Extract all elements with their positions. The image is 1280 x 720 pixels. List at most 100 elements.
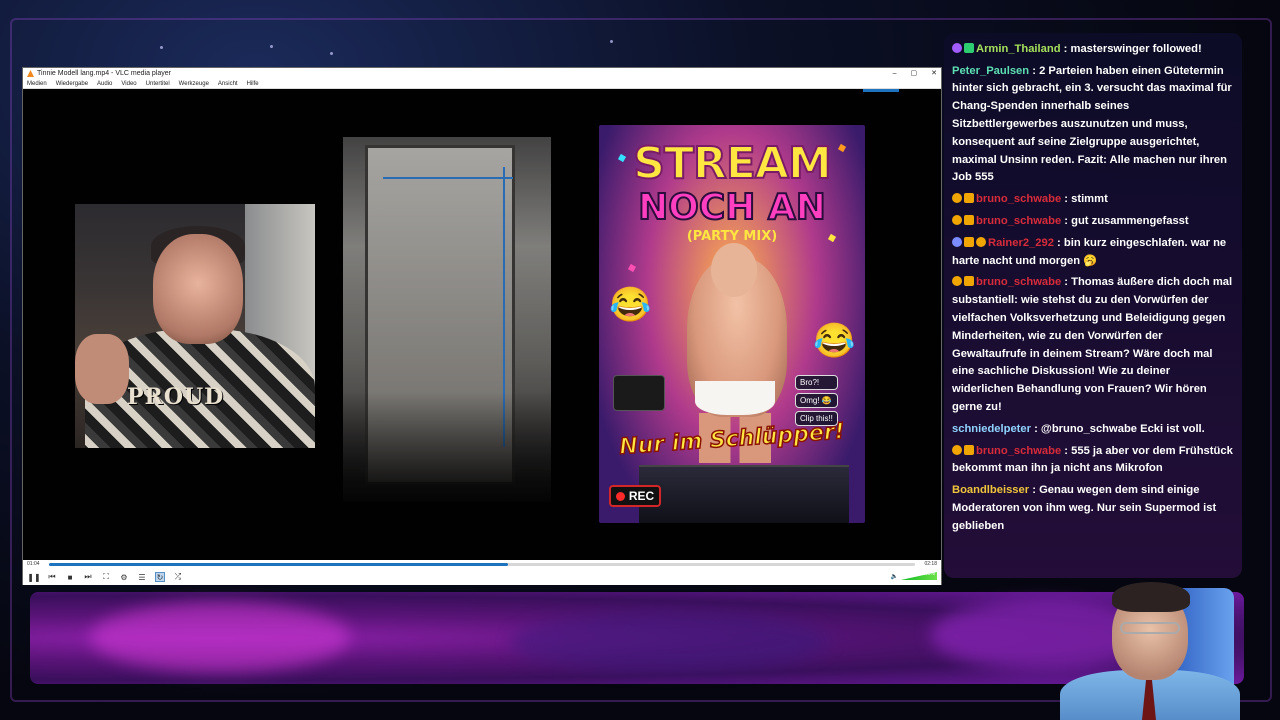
chat-username[interactable]: bruno_schwabe — [976, 215, 1061, 227]
next-icon[interactable]: ⏭ — [83, 572, 93, 582]
sparkle — [610, 40, 613, 43]
chat-separator: : — [1061, 444, 1072, 457]
vlc-menubar: Medien Wiedergabe Audio Video Untertitel… — [23, 79, 941, 89]
banner-glow — [510, 612, 830, 672]
stop-icon[interactable]: ■ — [65, 572, 75, 582]
user-badge-icon — [952, 42, 962, 53]
video-webcam-left: PROUD — [75, 204, 315, 448]
shuffle-icon[interactable]: ⤮ — [173, 572, 183, 582]
seek-bar[interactable] — [49, 563, 915, 566]
chat-message: schniedelpeter : @bruno_schwabe Ecki ist… — [952, 421, 1234, 439]
playlist-icon[interactable]: ☰ — [137, 572, 147, 582]
dj-deck — [639, 465, 849, 523]
record-dot-icon — [615, 491, 625, 501]
chat-separator: : — [1060, 42, 1071, 55]
poster-title-line2: NOCH AN — [637, 187, 827, 228]
camera-icon — [613, 375, 665, 411]
chat-panel: Botfix : Danke fürs Folgen @masterswinge… — [944, 33, 1242, 578]
vlc-titlebar[interactable]: Tinnie Modell lang.mp4 - VLC media playe… — [23, 68, 941, 79]
chat-username[interactable]: schniedelpeter — [952, 423, 1031, 435]
chat-separator: : — [1061, 214, 1072, 227]
loop-icon[interactable]: ↻ — [155, 572, 165, 582]
speaker-icon[interactable]: 🔈 — [891, 573, 898, 580]
sparkle — [270, 45, 273, 48]
video-highlight-bar — [863, 89, 899, 92]
chat-message: bruno_schwabe : Thomas äußere dich doch … — [952, 274, 1234, 416]
floor-shadow — [343, 392, 551, 502]
vlc-controls: 01:04 02:18 ❚❚ ⏮ ■ ⏭ ⛶ ⚙ ☰ ↻ ⤮ 🔈 100% — [23, 560, 941, 585]
user-badge-icon — [964, 42, 974, 53]
user-badge-icon — [976, 236, 986, 247]
time-total: 02:18 — [924, 561, 937, 567]
user-badge-icon — [952, 236, 962, 247]
banner-glow — [90, 602, 350, 672]
previous-icon[interactable]: ⏮ — [47, 572, 57, 582]
chat-message: Rainer2_292 : bin kurz eingeschlafen. wa… — [952, 235, 1234, 271]
menu-audio[interactable]: Audio — [97, 79, 112, 88]
chat-text: stimmt — [1071, 193, 1108, 206]
chat-bubble: Omg! 😂 — [795, 393, 838, 408]
chat-bubble: Bro?! — [795, 375, 838, 390]
chat-username[interactable]: bruno_schwabe — [976, 445, 1061, 457]
chat-text: masterswinger followed! — [1070, 42, 1202, 55]
menu-ansicht[interactable]: Ansicht — [218, 79, 238, 88]
chat-message: bruno_schwabe : gut zusammengefasst — [952, 213, 1234, 231]
chat-username[interactable]: bruno_schwabe — [976, 276, 1061, 288]
chat-message: Peter_Paulsen : 2 Parteien haben einen G… — [952, 63, 1234, 188]
volume-control[interactable]: 🔈 100% — [891, 571, 937, 580]
pause-icon[interactable]: ❚❚ — [27, 572, 40, 582]
face — [153, 234, 243, 344]
menu-werkzeuge[interactable]: Werkzeuge — [179, 79, 209, 88]
blue-cable — [383, 177, 513, 179]
laughing-emoji-icon: 😂 — [813, 322, 856, 360]
user-badge-icon — [964, 193, 974, 204]
rec-label: REC — [628, 489, 655, 503]
menu-medien[interactable]: Medien — [27, 79, 47, 88]
sparkle — [330, 52, 333, 55]
chat-username[interactable]: Rainer2_292 — [988, 237, 1054, 249]
chat-username[interactable]: bruno_schwabe — [976, 193, 1061, 205]
user-badge-icon — [964, 214, 974, 225]
chat-username[interactable]: Boandlbeisser — [952, 484, 1029, 496]
chat-username[interactable]: Armin_Thailand — [976, 43, 1061, 55]
chat-message: Botfix : Danke fürs Folgen @masterswinge… — [952, 33, 1234, 37]
poster-chat-bubbles: Bro?! Omg! 😂 Clip this!! — [795, 375, 838, 426]
user-badge-icon — [964, 276, 974, 287]
thumbnail-poster: STREAM NOCH AN (PARTY MIX) 😂 😂 Bro?! Omg… — [599, 125, 865, 523]
extended-settings-icon[interactable]: ⚙ — [119, 572, 129, 582]
user-badge-icon — [952, 193, 962, 204]
vlc-window: Tinnie Modell lang.mp4 - VLC media playe… — [22, 67, 942, 585]
menu-hilfe[interactable]: Hilfe — [247, 79, 259, 88]
glasses — [1120, 622, 1180, 634]
confetti — [627, 263, 637, 273]
chat-text: gut zusammengefasst — [1071, 214, 1189, 227]
chat-separator: : — [1029, 484, 1040, 497]
streamer-webcam — [1040, 578, 1240, 720]
poster-subtitle: (PARTY MIX) — [686, 229, 778, 244]
poster-head — [711, 243, 757, 297]
chat-text: Thomas äußere dich doch mal substantiell… — [952, 276, 1233, 413]
chat-separator: : — [1030, 422, 1041, 435]
menu-video[interactable]: Video — [121, 79, 136, 88]
rec-badge: REC — [609, 485, 661, 507]
time-elapsed: 01:04 — [27, 561, 40, 567]
menu-untertitel[interactable]: Untertitel — [146, 79, 170, 88]
video-area[interactable]: PROUD STREAM NOCH AN (PARTY MIX) 😂 😂 Bro… — [23, 89, 941, 560]
laughing-emoji-icon: 😂 — [609, 286, 652, 324]
seek-bar-fill — [49, 563, 508, 566]
close-button[interactable]: ✕ — [931, 68, 937, 79]
chat-text: 2 Parteien haben einen Gütetermin hinter… — [952, 64, 1232, 184]
user-badge-icon — [952, 444, 962, 455]
sparkle — [160, 46, 163, 49]
menu-wiedergabe[interactable]: Wiedergabe — [56, 79, 88, 88]
hand-with-glass — [75, 334, 129, 404]
fullscreen-icon[interactable]: ⛶ — [101, 572, 111, 582]
chat-username[interactable]: Peter_Paulsen — [952, 65, 1029, 77]
user-badge-icon — [952, 276, 962, 287]
vlc-window-title: Tinnie Modell lang.mp4 - VLC media playe… — [37, 70, 171, 77]
maximize-button[interactable]: ▢ — [911, 68, 918, 79]
volume-label: 100% — [922, 571, 935, 577]
user-badge-icon — [964, 444, 974, 455]
chat-separator: : — [1029, 64, 1040, 77]
minimize-button[interactable]: – — [893, 68, 897, 79]
